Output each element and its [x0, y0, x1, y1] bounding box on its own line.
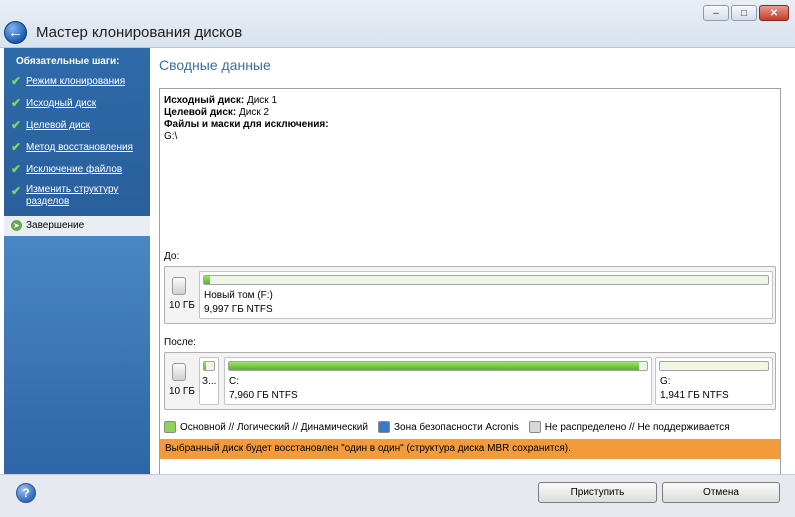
legend-swatch — [377, 421, 390, 433]
cancel-button[interactable]: Отмена — [662, 482, 780, 503]
before-disk-row: 10 ГБ Новый том (F:) 9,997 ГБ NTFS — [164, 266, 776, 324]
hard-disk-icon — [172, 363, 186, 381]
usage-bar — [228, 361, 648, 371]
sidebar-item-file-exclusion[interactable]: ✔ Исключение файлов — [4, 160, 150, 182]
legend-label: Зона безопасности Acronis — [393, 421, 519, 433]
legend-swatch — [164, 421, 176, 433]
exclude-label: Файлы и маски для исключения: — [164, 119, 329, 130]
page-title: Сводные данные — [159, 57, 271, 73]
minimize-icon[interactable]: – — [703, 5, 729, 21]
before-label: До: — [164, 251, 180, 262]
usage-bar — [203, 361, 215, 371]
partition-name: З... — [202, 376, 217, 387]
target-disk-line: Целевой диск: Диск 2 — [164, 107, 269, 118]
hard-disk-icon — [172, 277, 186, 295]
usage-fill — [229, 362, 639, 370]
exclude-line: Файлы и маски для исключения: — [164, 119, 329, 130]
sidebar-item-label: Изменить структуру разделов — [26, 184, 119, 207]
usage-fill — [204, 276, 210, 284]
sidebar-heading: Обязательные шаги: — [16, 56, 120, 67]
partition-name: G: — [660, 376, 671, 387]
sidebar-item-label: Исключение файлов — [26, 164, 123, 175]
legend-item-secure-zone: Зона безопасности Acronis — [377, 421, 519, 433]
sidebar-item-label: Исходный диск — [26, 98, 97, 109]
partition-block[interactable]: Новый том (F:) 9,997 ГБ NTFS — [199, 271, 773, 319]
sidebar-item-source-disk[interactable]: ✔ Исходный диск — [4, 94, 150, 116]
help-icon[interactable]: ? — [16, 483, 36, 503]
partition-block[interactable]: З... — [199, 357, 219, 405]
source-disk-value: Диск 1 — [246, 95, 278, 106]
back-arrow-icon[interactable]: ← — [4, 21, 27, 44]
window-controls: – □ ✕ — [703, 5, 789, 21]
checkmark-icon: ✔ — [11, 118, 22, 132]
wizard-footer: ? Приступить Отмена — [0, 474, 795, 517]
wizard-sidebar: Обязательные шаги: ✔ Режим клонирования … — [4, 48, 150, 474]
legend-swatch — [528, 421, 541, 433]
sidebar-item-recovery-method[interactable]: ✔ Метод восстановления — [4, 138, 150, 160]
legend-label: Не распределено // Не поддерживается — [544, 421, 730, 433]
partition-block[interactable]: G: 1,941 ГБ NTFS — [655, 357, 773, 405]
after-disk-row: 10 ГБ З... C: 7,960 ГБ NTFS G: 1,941 ГБ … — [164, 352, 776, 410]
sidebar-item-label: Целевой диск — [26, 120, 90, 131]
target-disk-value: Диск 2 — [239, 107, 270, 118]
main-panel: Сводные данные Исходный диск: Диск 1 Цел… — [150, 48, 791, 475]
exclude-value: G:\ — [164, 131, 178, 142]
source-disk-line: Исходный диск: Диск 1 — [164, 95, 277, 106]
sidebar-item-label: Режим клонирования — [26, 76, 126, 87]
checkmark-icon: ✔ — [11, 184, 22, 198]
sidebar-item-label: Метод восстановления — [26, 142, 133, 153]
checkmark-icon: ✔ — [11, 140, 22, 154]
summary-box: Исходный диск: Диск 1 Целевой диск: Диск… — [159, 88, 781, 475]
proceed-button[interactable]: Приступить — [538, 482, 657, 503]
partition-name: C: — [229, 376, 239, 387]
partition-size: 1,941 ГБ NTFS — [660, 390, 729, 401]
sidebar-item-clone-mode[interactable]: ✔ Режим клонирования — [4, 72, 150, 94]
close-icon[interactable]: ✕ — [759, 5, 789, 21]
notice-bar: Выбранный диск будет восстановлен "один … — [160, 439, 780, 459]
legend-item-primary: Основной // Логический // Динамический — [164, 421, 368, 433]
source-disk-label: Исходный диск: — [164, 95, 245, 106]
sidebar-item-target-disk[interactable]: ✔ Целевой диск — [4, 116, 150, 138]
sidebar-item-label: Завершение — [26, 220, 85, 231]
after-label: После: — [164, 337, 196, 348]
partition-block[interactable]: C: 7,960 ГБ NTFS — [224, 357, 652, 405]
disk-size: 10 ГБ — [169, 300, 195, 311]
maximize-icon[interactable]: □ — [731, 5, 757, 21]
partition-size: 7,960 ГБ NTFS — [229, 390, 298, 401]
partition-legend: Основной // Логический // Динамический З… — [164, 421, 740, 433]
usage-bar — [659, 361, 769, 371]
legend-item-unallocated: Не распределено // Не поддерживается — [528, 421, 730, 433]
partition-size: 9,997 ГБ NTFS — [204, 304, 273, 315]
target-disk-label: Целевой диск: — [164, 107, 237, 118]
checkmark-icon: ✔ — [11, 96, 22, 110]
legend-label: Основной // Логический // Динамический — [180, 421, 368, 433]
sidebar-item-change-layout[interactable]: ✔ Изменить структуру разделов — [4, 182, 150, 214]
usage-bar — [203, 275, 769, 285]
sidebar-background — [4, 236, 150, 474]
checkmark-icon: ✔ — [11, 162, 22, 176]
disk-size: 10 ГБ — [169, 386, 195, 397]
window-titlebar: ← Мастер клонирования дисков – □ ✕ — [0, 0, 795, 48]
current-step-arrow-icon: ➤ — [11, 220, 22, 231]
window-title: Мастер клонирования дисков — [36, 24, 243, 41]
partition-name: Новый том (F:) — [204, 290, 273, 301]
usage-fill — [204, 362, 206, 370]
checkmark-icon: ✔ — [11, 74, 22, 88]
sidebar-item-finish[interactable]: ➤ Завершение — [4, 216, 150, 236]
